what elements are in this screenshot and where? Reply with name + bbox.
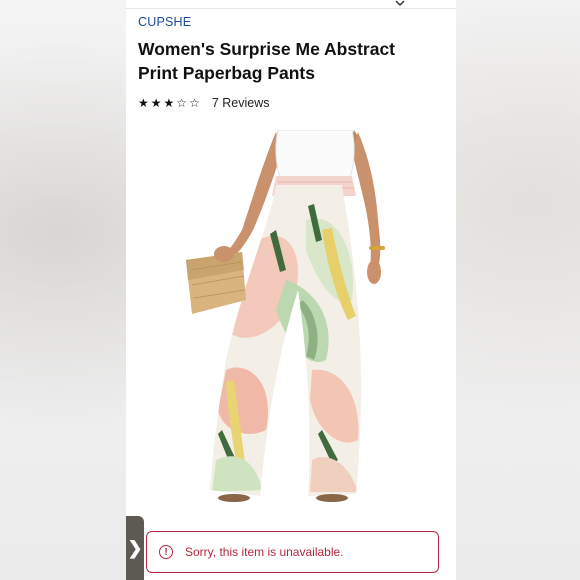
star-icon: ★ — [150, 96, 162, 110]
brand-link[interactable]: CUPSHE — [138, 15, 191, 29]
star-icon: ★ — [163, 96, 175, 110]
star-empty-icon: ☆ — [176, 96, 188, 110]
reviews-link[interactable]: 7 Reviews — [212, 96, 270, 110]
product-photo[interactable] — [126, 130, 456, 510]
alert-icon: ! — [159, 545, 173, 559]
star-icon: ★ — [138, 96, 149, 110]
product-card: CUPSHE Women's Surprise Me Abstract Prin… — [126, 0, 456, 580]
chevron-down-icon[interactable] — [394, 0, 406, 8]
divider — [126, 8, 456, 9]
next-arrow-tab[interactable]: ❯ — [126, 516, 144, 580]
product-title: Women's Surprise Me Abstract Print Paper… — [138, 39, 396, 83]
rating[interactable]: ★ ★ ★ ☆ ☆ 7 Reviews — [138, 95, 270, 111]
unavailable-alert: ! Sorry, this item is unavailable. — [146, 531, 439, 573]
chevron-right-icon: ❯ — [127, 537, 143, 558]
alert-message: Sorry, this item is unavailable. — [185, 545, 344, 559]
star-empty-icon: ☆ — [189, 96, 200, 110]
